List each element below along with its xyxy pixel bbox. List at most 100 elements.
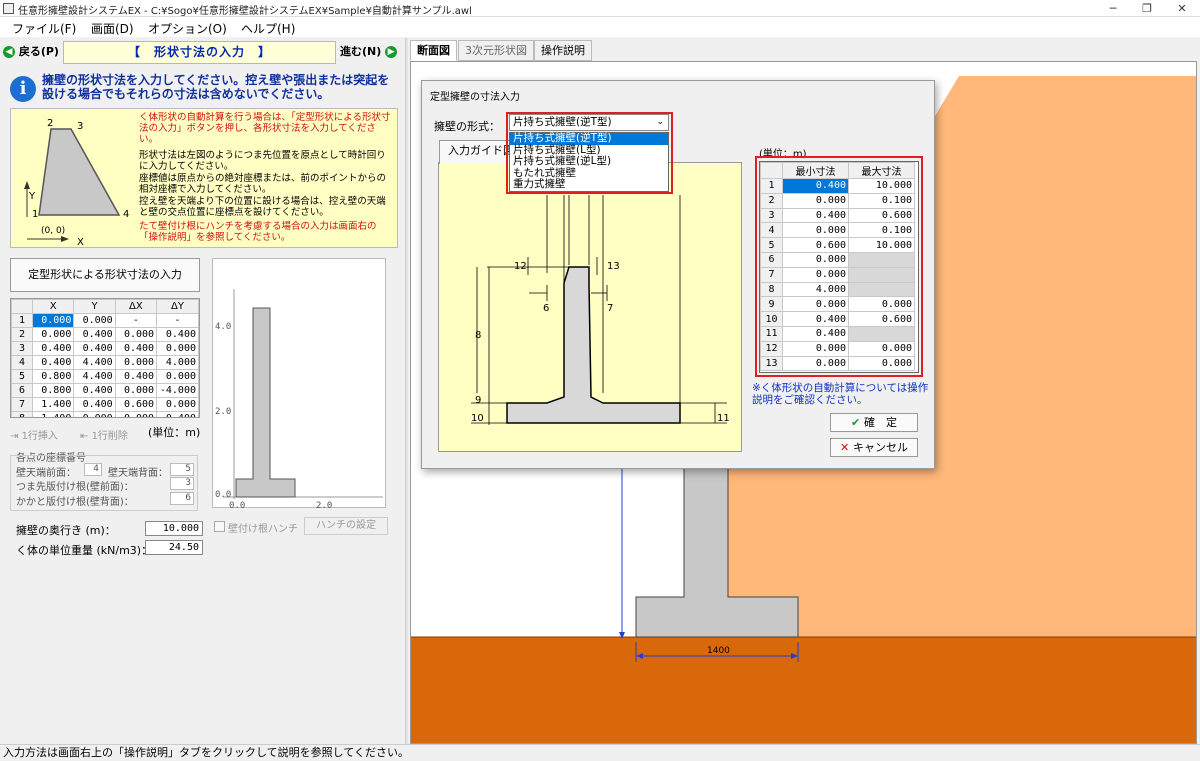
back-value[interactable]: 5 (170, 463, 194, 476)
coord-cell[interactable]: 0.000 (73, 313, 116, 328)
haunch-checkbox[interactable] (214, 521, 225, 532)
coord-cell[interactable]: 0.400 (114, 369, 158, 384)
menu-option[interactable]: オプション(O) (148, 20, 227, 37)
coord-cell[interactable]: - (114, 313, 158, 328)
coord-cell[interactable]: -0.400 (156, 411, 199, 417)
ytick-0: 0.0 (215, 490, 231, 500)
view-tabs: 断面図 3次元形状図 操作説明 (410, 40, 1200, 61)
back-button[interactable]: ◀ 戻る(P) (3, 42, 59, 64)
info-icon: i (10, 76, 36, 102)
coord-cell[interactable]: 4.400 (73, 355, 116, 370)
heel-value[interactable]: 6 (170, 492, 194, 505)
input-guide-box: 入力ガイド図 12 13 8 6 7 9 10 11 (438, 140, 742, 452)
dimension-dialog: 定型擁壁の寸法入力 擁壁の形式： 入力ガイド図 12 13 8 6 7 9 10… (421, 80, 935, 469)
coord-cell[interactable]: 4.000 (156, 355, 199, 370)
mini-chart: 4.0 2.0 0.0 0.0 2.0 (212, 258, 386, 511)
guide-text-4: 控え壁を天端より下の位置に設ける場合は、控え壁の天端と壁の交点位置に座標点を設け… (139, 196, 386, 218)
heel-label: かかと版付け根(壁背面)： (16, 497, 134, 508)
coord-cell[interactable]: 0.000 (114, 355, 158, 370)
menu-view[interactable]: 画面(D) (91, 20, 134, 37)
coord-cell[interactable]: 0.000 (114, 411, 158, 417)
xtick-2: 2.0 (316, 501, 332, 509)
coord-cell[interactable]: 4.400 (73, 369, 116, 384)
coord-cell[interactable]: - (156, 313, 199, 328)
coord-cell[interactable]: 0.400 (73, 327, 116, 342)
insert-row-button[interactable]: ⇥ 1行挿入 (10, 427, 58, 442)
insert-row-icon: ⇥ (10, 431, 22, 442)
coord-cell[interactable]: 0.000 (156, 341, 199, 356)
coord-header: ΔY (156, 299, 199, 314)
cancel-button[interactable]: ✕ キャンセル (830, 438, 918, 457)
wall-type-label: 擁壁の形式： (434, 120, 500, 133)
row-number: 1 (11, 313, 33, 328)
row-number: 6 (11, 383, 33, 398)
coord-header: ΔX (114, 299, 158, 314)
coord-cell[interactable]: 0.000 (73, 411, 116, 417)
haunch-settings-button[interactable]: ハンチの設定 (304, 517, 388, 535)
menu-file[interactable]: ファイル(F) (12, 20, 76, 37)
splitter[interactable] (405, 38, 408, 744)
coord-cell[interactable]: 0.800 (31, 383, 75, 398)
section-width-label: 1400 (707, 646, 730, 656)
front-value[interactable]: 4 (84, 463, 102, 476)
insert-row-label: 1行挿入 (21, 431, 58, 442)
depth-input[interactable]: 10.000 (145, 521, 203, 536)
fig-point-3: 3 (77, 121, 83, 132)
coord-cell[interactable]: 0.400 (31, 355, 75, 370)
coord-header: X (31, 299, 75, 314)
fig-label-10: 10 (471, 413, 484, 424)
fig-label-8: 8 (475, 330, 481, 341)
coord-cell[interactable]: 1.400 (31, 397, 75, 412)
coord-cell[interactable]: 0.400 (31, 341, 75, 356)
arrow-left-icon: ◀ (3, 46, 15, 58)
coord-cell[interactable]: 0.400 (114, 341, 158, 356)
coordinate-table[interactable]: X Y ΔX ΔY 1 0.000 0.000- -2 0.000 0.400 0.000 0.400… (10, 298, 200, 418)
menu-help[interactable]: ヘルプ(H) (241, 20, 295, 37)
next-button[interactable]: 進む(N) ▶ (340, 42, 398, 64)
coord-cell[interactable]: 0.000 (31, 313, 75, 328)
coord-cell[interactable]: 0.400 (73, 383, 116, 398)
coord-cell[interactable]: -4.000 (156, 383, 199, 398)
delete-row-button[interactable]: ⇤ 1行削除 (80, 427, 128, 442)
cancel-x-icon: ✕ (839, 441, 854, 454)
coord-header (11, 299, 33, 314)
coord-cell[interactable]: 0.400 (73, 397, 116, 412)
fig-axis-x: X (77, 237, 84, 247)
mini-chart-svg: 4.0 2.0 0.0 0.0 2.0 (215, 289, 383, 511)
cancel-label: キャンセル (853, 441, 909, 454)
close-button[interactable]: ✕ (1165, 0, 1199, 17)
tab-help[interactable]: 操作説明 (534, 40, 592, 61)
maximize-button[interactable]: ❐ (1130, 0, 1164, 17)
guide-figure: 2 3 1 4 (0, 0) Y X (24, 118, 129, 247)
coord-cell[interactable]: 0.800 (31, 369, 75, 384)
guide-box: 2 3 1 4 (0, 0) Y X く体形状の自動計算を行う場合は、「定型形状… (10, 108, 398, 248)
coord-cell[interactable]: 0.000 (114, 383, 158, 398)
row-number: 2 (11, 327, 33, 342)
coord-cell[interactable]: 0.600 (114, 397, 158, 412)
back-label: 壁天端背面： (108, 468, 168, 479)
unit-weight-input[interactable]: 24.50 (145, 540, 203, 555)
fig-label-9: 9 (475, 395, 481, 406)
fig-point-4: 4 (123, 209, 129, 220)
fig-label-12: 12 (514, 261, 527, 272)
delete-row-label: 1行削除 (91, 431, 128, 442)
coord-cell[interactable]: 0.000 (156, 397, 199, 412)
unit-weight-label: く体の単位重量 (kN/m3)： (16, 544, 153, 557)
minimize-button[interactable]: ─ (1096, 0, 1130, 17)
coord-cell[interactable]: 0.000 (156, 369, 199, 384)
shape-input-button[interactable]: 定型形状による形状寸法の入力 (10, 258, 200, 292)
coord-cell[interactable]: 0.000 (31, 327, 75, 342)
coordinate-grid[interactable]: X Y ΔX ΔY 1 0.000 0.000- -2 0.000 0.400 0.000 0.400… (11, 299, 199, 417)
guide-text-1: く体形状の自動計算を行う場合は、「定型形状による形状寸法の入力」ボタンを押し、各… (139, 112, 391, 145)
coord-cell[interactable]: 0.400 (156, 327, 199, 342)
coord-cell[interactable]: 0.000 (114, 327, 158, 342)
dialog-note: ※く体形状の自動計算については操作説明をご確認ください。 (752, 382, 929, 406)
coord-cell[interactable]: 1.400 (31, 411, 75, 417)
toe-value[interactable]: 3 (170, 477, 194, 490)
coord-cell[interactable]: 0.400 (73, 341, 116, 356)
table-row: 5 0.800 4.400 0.400 0.000 (11, 369, 199, 384)
tab-3d[interactable]: 3次元形状図 (458, 40, 534, 61)
tab-section[interactable]: 断面図 (410, 40, 457, 61)
fig-origin: (0, 0) (41, 226, 65, 236)
confirm-button[interactable]: ✔ 確 定 (830, 413, 918, 432)
